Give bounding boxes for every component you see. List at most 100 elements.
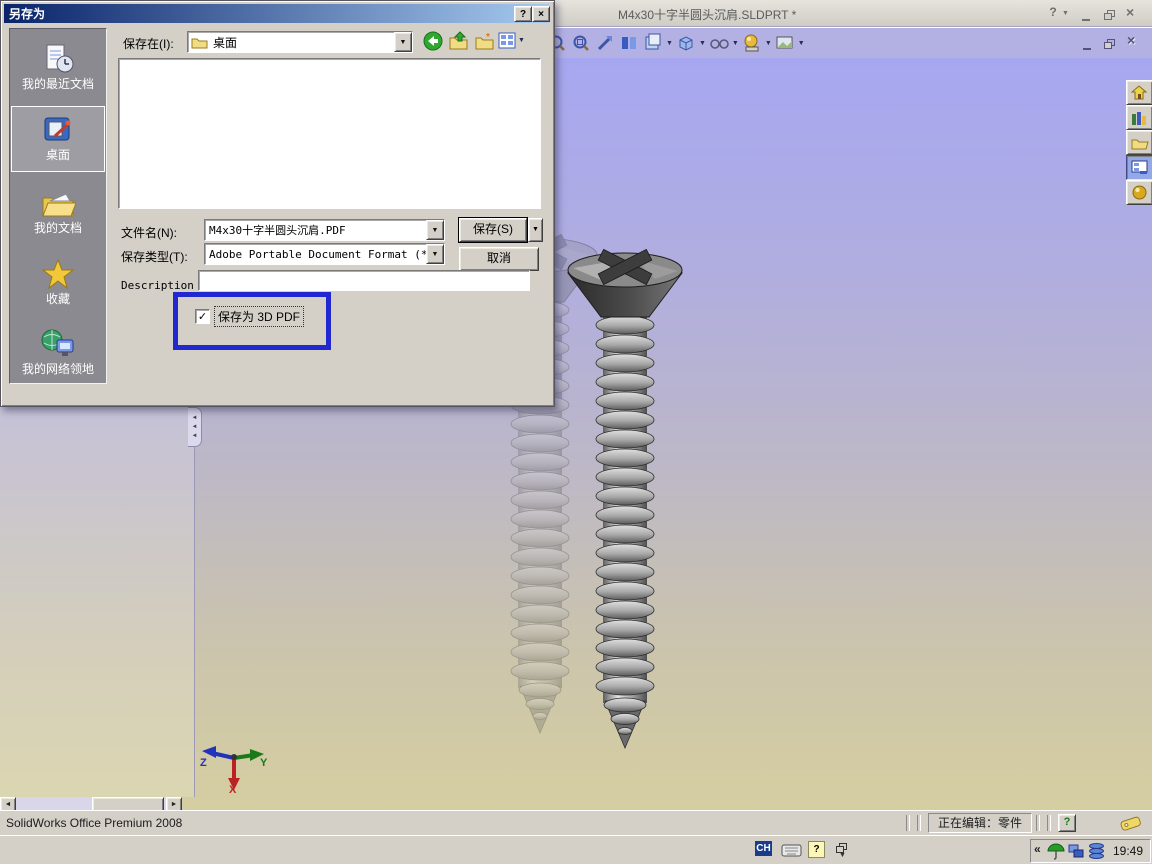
favorites-icon — [41, 258, 75, 290]
save-type-dropdown-button[interactable]: ▼ — [426, 244, 444, 264]
collapse-arrow-icon: ◄ — [191, 432, 198, 439]
panel-collapse-handle[interactable]: ◄ ◄ ◄ — [188, 407, 202, 447]
dialog-titlebar[interactable]: 另存为 — [4, 4, 549, 23]
dialog-title: 另存为 — [9, 7, 46, 21]
child-restore-button[interactable] — [1104, 36, 1115, 54]
rotate-view-icon[interactable] — [618, 32, 640, 54]
save-in-combobox[interactable]: 桌面 ▼ — [187, 31, 413, 53]
taskbar: 开始 我的文档 SW SolidWorks Office P... 001.JP… — [0, 835, 1152, 864]
minimize-button[interactable] — [1082, 8, 1090, 26]
annotation-highlight-rectangle — [173, 292, 331, 350]
tray-help-icon[interactable]: ? — [808, 841, 825, 858]
scene-icon[interactable] — [774, 32, 796, 54]
appearance-dropdown-icon[interactable]: ▼ — [765, 40, 772, 47]
section-view-dropdown-icon[interactable]: ▼ — [666, 40, 673, 47]
tray-antivirus-umbrella-icon[interactable] — [1047, 842, 1065, 860]
scene-dropdown-icon[interactable]: ▼ — [798, 40, 805, 47]
place-my-documents[interactable]: 我的文档 — [12, 177, 104, 247]
tray-keyboard-icon[interactable] — [781, 843, 802, 857]
save-in-value: 桌面 — [213, 35, 238, 50]
cancel-button[interactable]: 取消 — [459, 247, 539, 271]
save-in-dropdown-button[interactable]: ▼ — [394, 32, 412, 52]
child-close-button[interactable]: × — [1127, 32, 1135, 48]
status-help-button[interactable]: ? — [1058, 814, 1076, 832]
tray-language-indicator[interactable]: CH — [755, 841, 772, 856]
desktop-icon — [44, 117, 71, 141]
status-separator — [906, 815, 910, 831]
svg-text:*: * — [486, 32, 490, 43]
tray-clock: 19:49 — [1113, 844, 1144, 858]
zoom-to-area-icon[interactable] — [570, 32, 592, 54]
place-desktop[interactable]: 桌面 — [11, 106, 105, 172]
file-name-value: M4x30十字半圆头沉肩.PDF — [209, 224, 346, 237]
display-style-icon[interactable] — [708, 32, 730, 54]
close-button[interactable]: × — [1126, 4, 1134, 20]
tray-expand-chevron[interactable]: « — [1034, 842, 1041, 856]
document-title: M4x30十字半圆头沉肩.SLDPRT * — [618, 8, 797, 22]
save-button[interactable]: 保存(S) — [458, 217, 528, 243]
solidworks-app-window: M4x30十字半圆头沉肩.SLDPRT * ? ▼ × ▼ ▼ ▼ ▼ ▼ × … — [0, 0, 1152, 864]
gold-sphere-icon — [1132, 185, 1147, 200]
design-library-icon — [1132, 111, 1146, 125]
display-style-dropdown-icon[interactable]: ▼ — [732, 40, 739, 47]
axis-y-label: Y — [260, 757, 268, 769]
taskpane-file-explorer-button[interactable] — [1126, 130, 1152, 155]
place-favorites[interactable]: 收藏 — [12, 247, 104, 317]
zoom-in-out-icon[interactable] — [594, 32, 616, 54]
status-separator — [1036, 815, 1040, 831]
new-folder-button[interactable]: * — [474, 31, 495, 51]
child-minimize-button[interactable] — [1083, 37, 1091, 55]
view-palette-icon — [1131, 160, 1148, 174]
tag-icon[interactable] — [1118, 815, 1144, 831]
help-dropdown-icon[interactable]: ▼ — [1062, 10, 1069, 17]
dialog-close-button[interactable]: × — [532, 6, 550, 22]
save-type-label: 保存类型(T): — [121, 250, 188, 264]
horizontal-scrollbar[interactable]: ◄ ► — [0, 797, 182, 812]
tray-window-dropdown-icon[interactable]: ▼ — [839, 852, 846, 859]
taskpane-resources-button[interactable] — [1126, 80, 1152, 105]
home-icon — [1131, 85, 1148, 100]
status-separator — [1047, 815, 1051, 831]
my-documents-icon — [42, 193, 76, 217]
section-view-icon[interactable] — [642, 32, 664, 54]
view-menu-icon — [498, 32, 516, 49]
save-options-dropdown-button[interactable]: ▼ — [528, 218, 543, 242]
axis-z-label: Z — [200, 757, 207, 769]
recent-documents-icon — [46, 44, 74, 73]
feature-manager-panel — [0, 405, 195, 797]
back-button[interactable] — [423, 31, 443, 51]
taskpane-view-palette-button[interactable] — [1126, 155, 1152, 180]
file-name-combobox[interactable]: M4x30十字半圆头沉肩.PDF ▼ — [204, 219, 445, 241]
file-name-label: 文件名(N): — [121, 226, 177, 240]
save-type-combobox[interactable]: Adobe Portable Document Format (*.pdf) ▼ — [204, 243, 445, 265]
description-label: Description — [121, 279, 194, 292]
minimize-icon — [1082, 11, 1090, 21]
dialog-help-button[interactable]: ? — [514, 6, 532, 22]
place-label: 我的最近文档 — [21, 77, 94, 91]
tray-network-icon[interactable] — [1068, 843, 1085, 859]
restore-button[interactable] — [1104, 7, 1115, 25]
view-orientation-icon[interactable] — [675, 32, 697, 54]
taskpane-appearances-button[interactable] — [1126, 180, 1152, 205]
collapse-arrow-icon: ◄ — [191, 414, 198, 421]
network-places-icon — [41, 329, 74, 356]
place-recent-documents[interactable]: 我的最近文档 — [12, 31, 104, 103]
status-separator — [917, 815, 921, 831]
place-network[interactable]: 我的网络领地 — [12, 317, 104, 387]
view-menu-button[interactable]: ▼ — [498, 32, 525, 49]
taskpane-design-library-button[interactable] — [1126, 105, 1152, 130]
places-bar: 我的最近文档 桌面 我的文档 收藏 我的网络领地 — [9, 28, 107, 384]
up-one-level-button[interactable] — [448, 31, 469, 51]
view-orientation-dropdown-icon[interactable]: ▼ — [699, 40, 706, 47]
folder-icon — [191, 38, 208, 48]
description-input[interactable] — [198, 270, 530, 291]
collapse-arrow-icon: ◄ — [191, 423, 198, 430]
place-label: 桌面 — [45, 148, 70, 162]
axis-x-label: X — [229, 784, 237, 794]
file-list[interactable] — [118, 58, 541, 209]
appearance-icon[interactable] — [741, 32, 763, 54]
file-name-dropdown-button[interactable]: ▼ — [426, 220, 444, 240]
help-button[interactable]: ? — [1046, 5, 1060, 19]
tray-connection-icon[interactable] — [1088, 842, 1105, 859]
restore-icon — [1104, 10, 1115, 20]
